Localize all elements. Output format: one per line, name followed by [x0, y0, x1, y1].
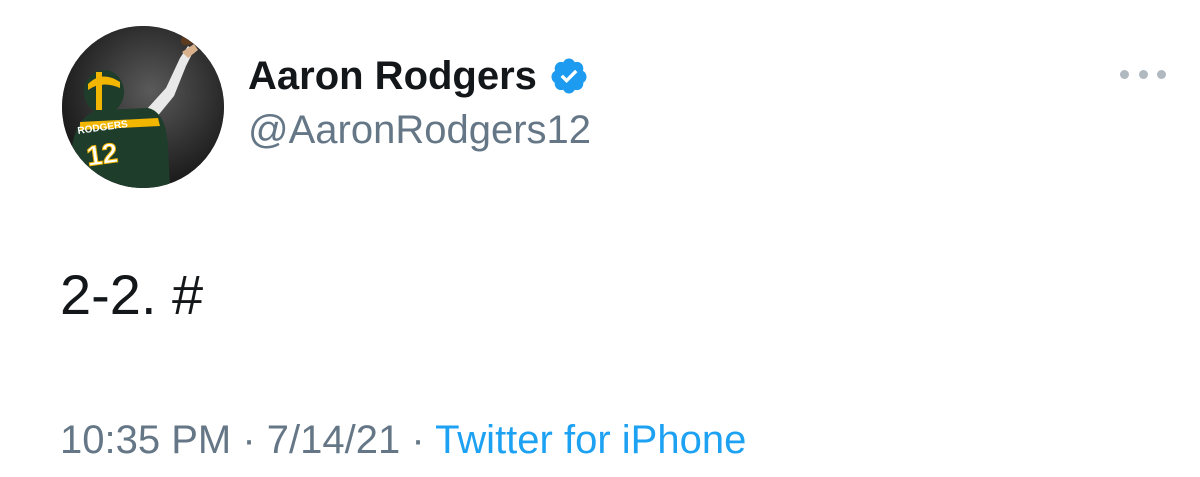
display-name[interactable]: Aaron Rodgers [248, 54, 537, 99]
separator: · [400, 418, 436, 462]
separator: · [231, 418, 267, 462]
verified-badge-icon [549, 56, 589, 96]
tweet-metadata: 10:35 PM · 7/14/21 · Twitter for iPhone [60, 418, 746, 463]
tweet-time[interactable]: 10:35 PM [60, 418, 231, 462]
avatar[interactable]: RODGERS 12 [62, 26, 224, 188]
more-options-icon[interactable] [1120, 62, 1166, 86]
user-handle[interactable]: @AaronRodgers12 [248, 108, 591, 153]
tweet-source-link[interactable]: Twitter for iPhone [435, 418, 746, 462]
tweet-card: RODGERS 12 Aaron Rodgers @AaronRodgers12… [0, 0, 1200, 477]
user-name-row: Aaron Rodgers [248, 48, 589, 104]
avatar-image: RODGERS 12 [62, 26, 224, 188]
more-dot [1120, 69, 1129, 79]
more-dot [1138, 69, 1148, 79]
tweet-date[interactable]: 7/14/21 [267, 418, 400, 462]
more-dot [1157, 69, 1166, 79]
tweet-text: 2-2. # [60, 263, 204, 326]
avatar-jersey-number: 12 [85, 137, 120, 172]
